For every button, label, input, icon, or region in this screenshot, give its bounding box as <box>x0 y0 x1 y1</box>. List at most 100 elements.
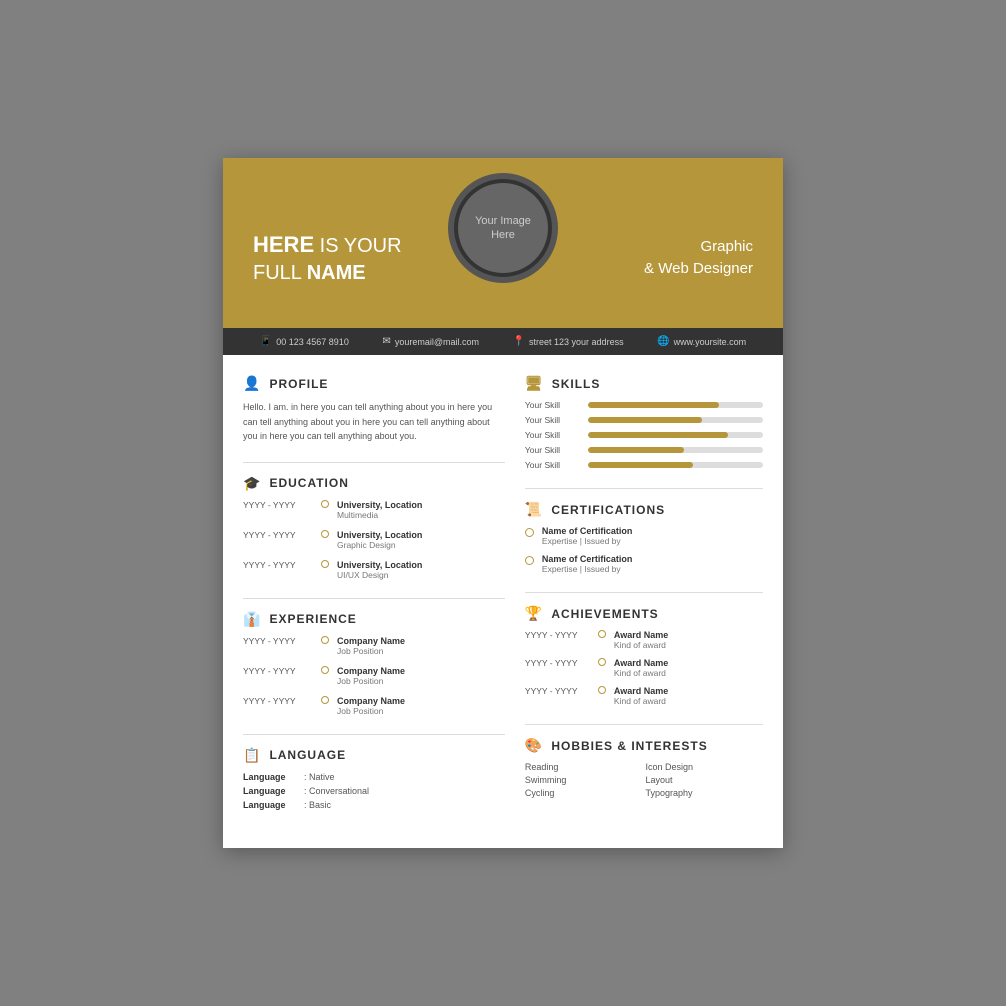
education-section: 🎓 EDUCATION YYYY - YYYY University, Loca… <box>243 475 505 580</box>
education-section-title: 🎓 EDUCATION <box>243 475 505 492</box>
hobbies-section: 🎨 HOBBIES & INTERESTS ReadingIcon Design… <box>525 737 763 798</box>
email-icon: ✉ <box>382 336 390 347</box>
cert-icon: 📜 <box>525 501 543 518</box>
hobby-item: Cycling <box>525 788 643 798</box>
achievement-item: YYYY - YYYY Award Name Kind of award <box>525 686 763 706</box>
education-item: YYYY - YYYY University, Location Graphic… <box>243 530 505 550</box>
hobbies-section-title: 🎨 HOBBIES & INTERESTS <box>525 737 763 754</box>
language-item: Language : Native <box>243 772 505 782</box>
experience-item: YYYY - YYYY Company Name Job Position <box>243 666 505 686</box>
contact-address: 📍 street 123 your address <box>513 336 624 347</box>
cert-content: Name of Certification Expertise | Issued… <box>542 526 633 546</box>
experience-section: 👔 EXPERIENCE YYYY - YYYY Company Name Jo… <box>243 611 505 716</box>
divider <box>525 592 763 593</box>
ach-content: Award Name Kind of award <box>614 658 668 678</box>
ach-dot <box>598 658 606 666</box>
experience-section-title: 👔 EXPERIENCE <box>243 611 505 628</box>
email-address: youremail@mail.com <box>395 337 479 347</box>
phone-icon: 📱 <box>260 336 272 347</box>
header-left: HERE IS YOUR FULL NAME <box>253 231 438 286</box>
skill-item: Your Skill <box>525 460 763 470</box>
skill-item: Your Skill <box>525 430 763 440</box>
ach-date: YYYY - YYYY <box>525 630 590 640</box>
exp-content: Company Name Job Position <box>337 666 405 686</box>
address-text: street 123 your address <box>529 337 624 347</box>
skill-item: Your Skill <box>525 400 763 410</box>
hobby-item: Reading <box>525 762 643 772</box>
skill-bar-bg <box>588 402 763 408</box>
resume-header: HERE IS YOUR FULL NAME Your Image Here G… <box>223 158 783 328</box>
ach-dot <box>598 630 606 638</box>
website-icon: 🌐 <box>657 336 669 347</box>
photo-outer-ring: Your Image Here <box>448 173 558 283</box>
ach-icon: 🏆 <box>525 605 543 622</box>
edu-dot <box>321 560 329 568</box>
divider <box>243 734 505 735</box>
skills-list: Your Skill Your Skill Your Skill Your Sk… <box>525 400 763 470</box>
divider <box>243 462 505 463</box>
achievement-item: YYYY - YYYY Award Name Kind of award <box>525 630 763 650</box>
education-item: YYYY - YYYY University, Location UI/UX D… <box>243 560 505 580</box>
cert-dot <box>525 528 534 537</box>
main-body: 👤 PROFILE Hello. I am. in here you can t… <box>223 355 783 847</box>
skill-bar-fill <box>588 447 684 453</box>
contact-bar: 📱 00 123 4567 8910 ✉ youremail@mail.com … <box>223 328 783 355</box>
skill-label: Your Skill <box>525 460 580 470</box>
hobbies-icon: 🎨 <box>525 737 543 754</box>
exp-date: YYYY - YYYY <box>243 666 313 676</box>
ach-section-title: 🏆 ACHIEVEMENTS <box>525 605 763 622</box>
hobby-item: Swimming <box>525 775 643 785</box>
contact-email: ✉ youremail@mail.com <box>382 336 479 347</box>
edu-content: University, Location Graphic Design <box>337 530 422 550</box>
photo-label: Your Image Here <box>475 214 531 243</box>
skill-item: Your Skill <box>525 445 763 455</box>
achievement-item: YYYY - YYYY Award Name Kind of award <box>525 658 763 678</box>
lang-level: : Conversational <box>304 786 369 796</box>
divider <box>243 598 505 599</box>
hobby-item: Icon Design <box>645 762 763 772</box>
skill-bar-bg <box>588 462 763 468</box>
education-item: YYYY - YYYY University, Location Multime… <box>243 500 505 520</box>
skill-bar-fill <box>588 402 719 408</box>
education-list: YYYY - YYYY University, Location Multime… <box>243 500 505 580</box>
achievements-section: 🏆 ACHIEVEMENTS YYYY - YYYY Award Name Ki… <box>525 605 763 706</box>
skill-bar-fill <box>588 417 702 423</box>
edu-date: YYYY - YYYY <box>243 500 313 510</box>
language-section-title: 📋 LANGUAGE <box>243 747 505 764</box>
edu-dot <box>321 500 329 508</box>
right-column: 🖥 SKILLS Your Skill Your Skill Your Skil… <box>525 375 763 827</box>
language-list: Language : Native Language : Conversatio… <box>243 772 505 810</box>
skills-section: 🖥 SKILLS Your Skill Your Skill Your Skil… <box>525 375 763 470</box>
divider <box>525 488 763 489</box>
hobby-item: Layout <box>645 775 763 785</box>
exp-dot <box>321 636 329 644</box>
edu-content: University, Location Multimedia <box>337 500 422 520</box>
job-title-line2: & Web Designer <box>644 260 753 277</box>
left-column: 👤 PROFILE Hello. I am. in here you can t… <box>243 375 505 827</box>
skill-label: Your Skill <box>525 415 580 425</box>
hobby-item: Typography <box>645 788 763 798</box>
contact-website: 🌐 www.yoursite.com <box>657 336 746 347</box>
ach-content: Award Name Kind of award <box>614 686 668 706</box>
ach-date: YYYY - YYYY <box>525 658 590 668</box>
profile-section: 👤 PROFILE Hello. I am. in here you can t… <box>243 375 505 443</box>
skill-bar-bg <box>588 447 763 453</box>
experience-icon: 👔 <box>243 611 261 628</box>
exp-date: YYYY - YYYY <box>243 696 313 706</box>
edu-dot <box>321 530 329 538</box>
profile-icon: 👤 <box>243 375 261 392</box>
exp-content: Company Name Job Position <box>337 696 405 716</box>
photo-container: Your Image Here <box>448 173 558 283</box>
photo-inner: Your Image Here <box>458 183 548 273</box>
job-title-line1: Graphic <box>700 238 753 255</box>
name-here: HERE <box>253 232 314 257</box>
hobbies-grid: ReadingIcon DesignSwimmingLayoutCyclingT… <box>525 762 763 798</box>
skill-bar-bg <box>588 432 763 438</box>
skill-label: Your Skill <box>525 400 580 410</box>
cert-item: Name of Certification Expertise | Issued… <box>525 554 763 574</box>
exp-dot <box>321 696 329 704</box>
header-name: HERE IS YOUR FULL NAME <box>253 231 438 286</box>
skills-section-title: 🖥 SKILLS <box>525 375 763 392</box>
lang-level: : Basic <box>304 800 331 810</box>
cert-section-title: 📜 CERTIFICATIONS <box>525 501 763 518</box>
